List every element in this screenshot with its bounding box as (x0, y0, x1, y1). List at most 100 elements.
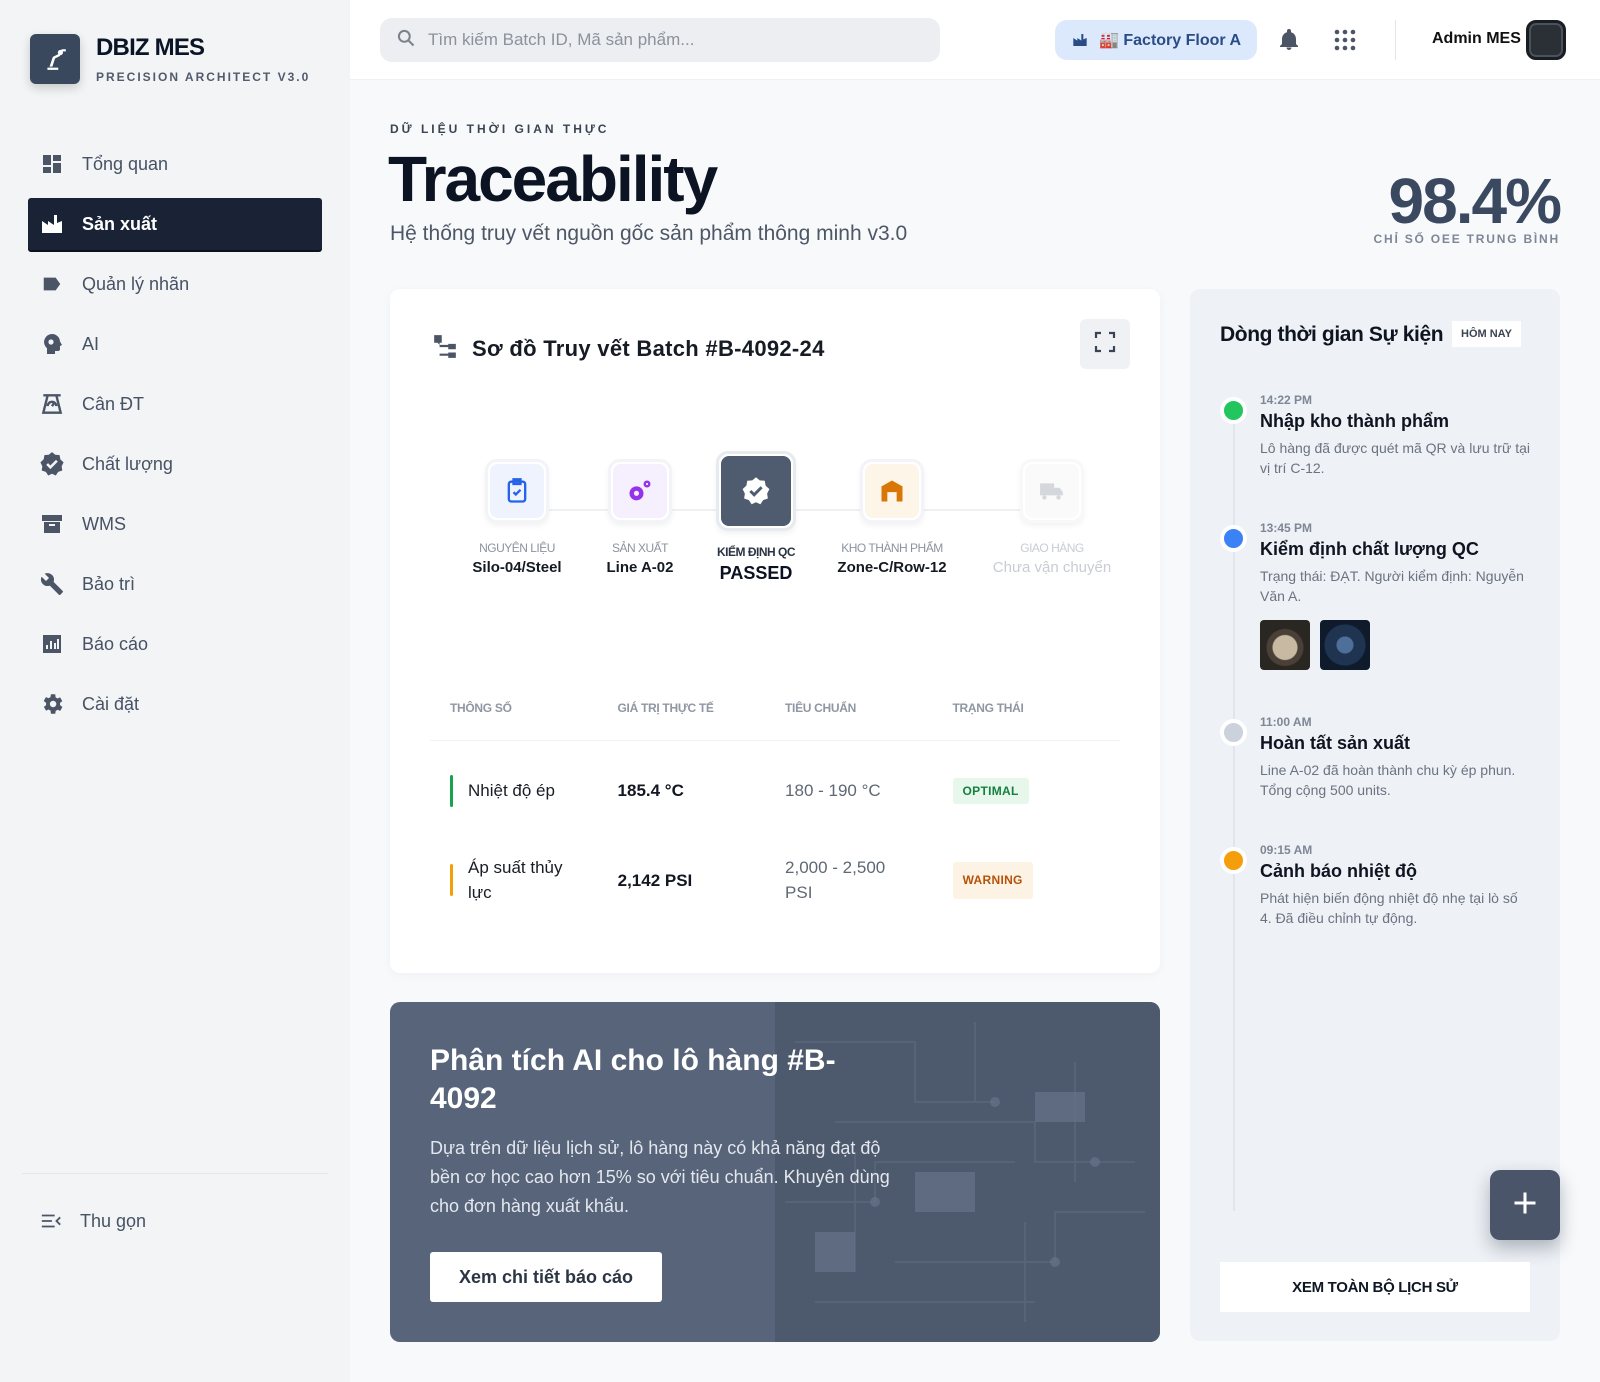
gear-icon (38, 690, 66, 718)
status-accent-bar (450, 864, 453, 896)
timeline-dot (1220, 719, 1247, 746)
timeline-dot (1220, 847, 1247, 874)
view-report-button[interactable]: Xem chi tiết báo cáo (430, 1252, 662, 1302)
oee-value: 98.4% (1388, 165, 1562, 237)
column-header: TIÊU CHUẨN (785, 701, 856, 715)
timeline-event[interactable]: 14:22 PM Nhập kho thành phẩm Lô hàng đã … (1220, 393, 1540, 478)
ai-analysis-card: Phân tích AI cho lô hàng #B-4092 Dựa trê… (390, 1002, 1160, 1342)
gears-icon (613, 464, 667, 518)
sidebar-item-wms[interactable]: WMS (28, 498, 322, 550)
search-input[interactable] (428, 30, 908, 50)
sidebar-item-label: Quản lý nhãn (82, 273, 190, 294)
parameters-table: THÔNG SỐ GIÁ TRỊ THỰC TẾ TIÊU CHUẨN TRẠN… (430, 701, 1120, 919)
plus-icon (1511, 1189, 1539, 1222)
qc-photos (1260, 620, 1540, 670)
fullscreen-icon (1093, 330, 1117, 359)
trace-title: Sơ đồ Truy vết Batch #B-4092-24 (472, 335, 825, 361)
sidebar-item-quan-ly-nhan[interactable]: Quản lý nhãn (28, 258, 322, 310)
sidebar: DBIZ MES PRECISION ARCHITECT V3.0 Tổng q… (0, 0, 350, 1382)
timeline-dot (1220, 525, 1247, 552)
status-accent-bar (450, 775, 453, 807)
topbar: 🏭 Factory Floor A Admin MES (350, 0, 1600, 80)
add-button[interactable] (1490, 1170, 1560, 1240)
factory-icon (38, 210, 66, 238)
event-text: Line A-02 đã hoàn thành chu kỳ ép phun. … (1260, 762, 1516, 798)
timeline-event[interactable]: 09:15 AM Cảnh báo nhiệt độ Phát hiện biế… (1220, 843, 1540, 928)
robot-arm-icon (30, 34, 80, 84)
param-value: 2,142 PSI (617, 870, 693, 890)
qc-photo-thumbnail[interactable] (1320, 620, 1370, 670)
avatar[interactable] (1526, 20, 1566, 60)
sidebar-item-label: Tổng quan (82, 153, 169, 174)
status-badge: WARNING (952, 861, 1033, 899)
collapse-label: Thu gọn (80, 1210, 147, 1231)
timeline-title: Dòng thời gian Sự kiện (1220, 323, 1444, 346)
event-time: 09:15 AM (1260, 843, 1313, 857)
view-full-history-button[interactable]: XEM TOÀN BỘ LỊCH SỬ (1220, 1262, 1530, 1312)
column-header: GIÁ TRỊ THỰC TẾ (617, 701, 714, 715)
page-eyebrow: DỮ LIỆU THỜI GIAN THỰC (390, 122, 610, 136)
search-bar[interactable] (380, 18, 940, 62)
sidebar-item-label: Báo cáo (82, 633, 149, 654)
chart-icon (38, 630, 66, 658)
clipboard-check-icon (490, 464, 544, 518)
param-value: 185.4 °C (617, 781, 684, 800)
sidebar-item-san-xuat[interactable]: Sản xuất (28, 198, 322, 250)
sidebar-item-label: Sản xuất (82, 213, 158, 234)
step-value: Chưa vận chuyển (992, 559, 1112, 576)
fullscreen-button[interactable] (1080, 319, 1130, 369)
qc-photo-thumbnail[interactable] (1260, 620, 1310, 670)
sidebar-item-can-dt[interactable]: Cân ĐT (28, 378, 322, 430)
verified-icon (38, 450, 66, 478)
step-label: GIAO HÀNG (1020, 541, 1084, 555)
apps-grid-icon[interactable] (1333, 28, 1357, 57)
page-title: Traceability (388, 143, 718, 215)
sidebar-item-ai[interactable]: AI (28, 318, 322, 370)
wrench-icon (38, 570, 66, 598)
factory-selector[interactable]: 🏭 Factory Floor A (1055, 20, 1258, 60)
brand[interactable]: DBIZ MES PRECISION ARCHITECT V3.0 (30, 34, 310, 84)
event-time: 14:22 PM (1260, 393, 1313, 407)
step-value: Zone-C/Row-12 (837, 559, 947, 576)
step-kiem-dinh-qc[interactable]: KIỂM ĐỊNH QC PASSED (681, 451, 831, 584)
sidebar-item-label: WMS (82, 513, 126, 534)
param-standard: 180 - 190 °C (785, 781, 881, 800)
param-standard: 2,000 - 2,500 PSI (785, 858, 886, 902)
sidebar-item-label: Bảo trì (82, 573, 136, 594)
notification-bell-icon[interactable] (1277, 26, 1301, 59)
sidebar-item-label: Cân ĐT (82, 393, 145, 414)
sidebar-item-bao-cao[interactable]: Báo cáo (28, 618, 322, 670)
trace-steps: NGUYÊN LIỆU Silo-04/Steel SẢN XUẤT Line … (420, 451, 1140, 609)
scale-icon (38, 390, 66, 418)
step-kho-thanh-pham[interactable]: KHO THÀNH PHẨM Zone-C/Row-12 (817, 459, 967, 576)
page-subtitle: Hệ thống truy vết nguồn gốc sản phẩm thô… (390, 222, 908, 245)
sidebar-item-bao-tri[interactable]: Bảo trì (28, 558, 322, 610)
factory-label: 🏭 Factory Floor A (1099, 32, 1242, 49)
verified-badge-icon (721, 456, 791, 526)
sidebar-item-chat-luong[interactable]: Chất lượng (28, 438, 322, 490)
table-row[interactable]: Áp suất thủy lực 2,142 PSI 2,000 - 2,500… (430, 841, 1120, 919)
event-text: Lô hàng đã được quét mã QR và lưu trữ tạ… (1260, 440, 1530, 476)
trace-card: Sơ đồ Truy vết Batch #B-4092-24 NGUYÊN L… (390, 289, 1160, 973)
collapse-button[interactable]: Thu gọn (38, 1208, 146, 1234)
warehouse-icon (865, 464, 919, 518)
sidebar-item-cai-dat[interactable]: Cài đặt (28, 678, 322, 730)
topbar-divider (1395, 20, 1396, 60)
table-row[interactable]: Nhiệt độ ép 185.4 °C 180 - 190 °C OPTIMA… (430, 741, 1120, 841)
timeline-event[interactable]: 13:45 PM Kiểm định chất lượng QC Trạng t… (1220, 521, 1540, 670)
step-giao-hang[interactable]: GIAO HÀNG Chưa vận chuyển (977, 459, 1127, 576)
ai-head-icon (38, 330, 66, 358)
timeline-badge: HÔM NAY (1452, 321, 1521, 347)
dashboard-icon (38, 150, 66, 178)
sidebar-item-label: AI (82, 333, 100, 354)
user-name[interactable]: Admin MES (1432, 30, 1521, 48)
event-title: Hoàn tất sản xuất (1260, 733, 1411, 753)
column-header: THÔNG SỐ (450, 701, 512, 715)
collapse-menu-icon (38, 1208, 64, 1234)
sidebar-item-tong-quan[interactable]: Tổng quan (28, 138, 322, 190)
brand-subtitle: PRECISION ARCHITECT V3.0 (96, 70, 311, 84)
step-label: KIỂM ĐỊNH QC (717, 545, 796, 559)
timeline-event[interactable]: 11:00 AM Hoàn tất sản xuất Line A-02 đã … (1220, 715, 1540, 800)
sidebar-item-label: Cài đặt (82, 693, 140, 714)
event-title: Nhập kho thành phẩm (1260, 411, 1449, 431)
